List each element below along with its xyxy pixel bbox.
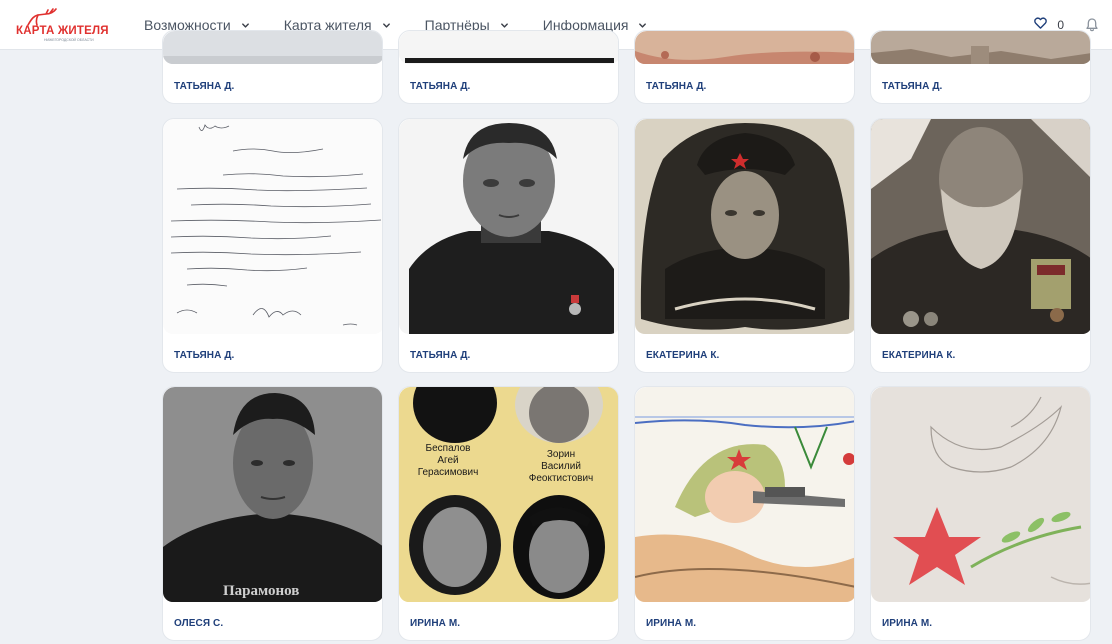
chevron-down-icon <box>382 21 391 30</box>
gallery-card[interactable]: ИРИНА М. <box>870 386 1091 641</box>
card-author: ИРИНА М. <box>410 618 461 629</box>
logo-text: КАРТА ЖИТЕЛЯ <box>16 25 109 37</box>
portrait-caption: Парамонов <box>223 583 300 599</box>
gallery-card[interactable]: ТАТЬЯНА Д. <box>162 118 383 373</box>
letter-image <box>163 119 382 334</box>
card-author: ТАТЬЯНА Д. <box>646 81 707 92</box>
gallery-card[interactable]: ТАТЬЯНА Д. <box>398 30 619 104</box>
card-photo <box>163 31 382 64</box>
card-photo <box>871 387 1090 602</box>
gallery-card[interactable]: ТАТЬЯНА Д. <box>162 30 383 104</box>
gallery-card[interactable]: ИРИНА М. <box>634 386 855 641</box>
chevron-down-icon <box>638 21 647 30</box>
card-photo <box>635 31 854 64</box>
card-photo <box>635 387 854 602</box>
collage-name: Беспалов <box>425 443 471 454</box>
card-author: ИРИНА М. <box>882 618 933 629</box>
memorial-collage-image <box>399 387 618 602</box>
card-author: ТАТЬЯНА Д. <box>410 81 471 92</box>
dove-star-drawing-image <box>871 387 1090 602</box>
drawing-image <box>635 387 854 602</box>
card-photo <box>871 119 1090 334</box>
portrait-image <box>163 387 382 602</box>
collage-name: Зорин <box>546 449 576 460</box>
card-photo <box>635 119 854 334</box>
card-author: ТАТЬЯНА Д. <box>174 350 235 361</box>
collage-name: Василий <box>541 461 581 472</box>
gallery-card[interactable]: Парамонов ОЛЕСЯ С. <box>162 386 383 641</box>
soldier-portrait-image <box>635 119 854 334</box>
logo-subtitle: НИЖЕГОРОДСКОЙ ОБЛАСТИ <box>44 38 94 42</box>
collage-name: Герасимович <box>417 467 479 478</box>
card-author: ТАТЬЯНА Д. <box>882 81 943 92</box>
gallery-card[interactable]: ТАТЬЯНА Д. <box>634 30 855 104</box>
card-photo <box>399 31 618 64</box>
gallery-card[interactable]: Беспалов Агей Герасимович Зорин Василий … <box>398 386 619 641</box>
card-photo: Беспалов Агей Герасимович Зорин Василий … <box>399 387 618 602</box>
card-author: ТАТЬЯНА Д. <box>174 81 235 92</box>
card-author: ТАТЬЯНА Д. <box>410 350 471 361</box>
collage-caption-left: Беспалов Агей Герасимович <box>413 443 483 479</box>
card-photo <box>871 31 1090 64</box>
gallery-card[interactable]: ТАТЬЯНА Д. <box>398 118 619 373</box>
card-photo <box>163 119 382 334</box>
veteran-portrait-image <box>871 119 1090 334</box>
chevron-down-icon <box>500 21 509 30</box>
card-author: ОЛЕСЯ С. <box>174 618 224 629</box>
bell-icon[interactable] <box>1086 18 1098 32</box>
collage-name: Феоктистович <box>528 473 594 484</box>
portrait-image <box>399 119 618 334</box>
site-logo[interactable]: КАРТА ЖИТЕЛЯ НИЖЕГОРОДСКОЙ ОБЛАСТИ <box>14 8 109 42</box>
collage-name: Агей <box>437 455 459 466</box>
card-author: ЕКАТЕРИНА К. <box>882 350 956 361</box>
card-photo: Парамонов <box>163 387 382 602</box>
chevron-down-icon <box>241 21 250 30</box>
card-photo <box>399 119 618 334</box>
deer-logo-icon <box>27 8 57 26</box>
collage-caption-right: Зорин Василий Феоктистович <box>511 449 611 485</box>
gallery-card[interactable]: ЕКАТЕРИНА К. <box>870 118 1091 373</box>
gallery-card[interactable]: ТАТЬЯНА Д. <box>870 30 1091 104</box>
card-author: ИРИНА М. <box>646 618 697 629</box>
gallery-card[interactable]: ЕКАТЕРИНА К. <box>634 118 855 373</box>
card-author: ЕКАТЕРИНА К. <box>646 350 720 361</box>
